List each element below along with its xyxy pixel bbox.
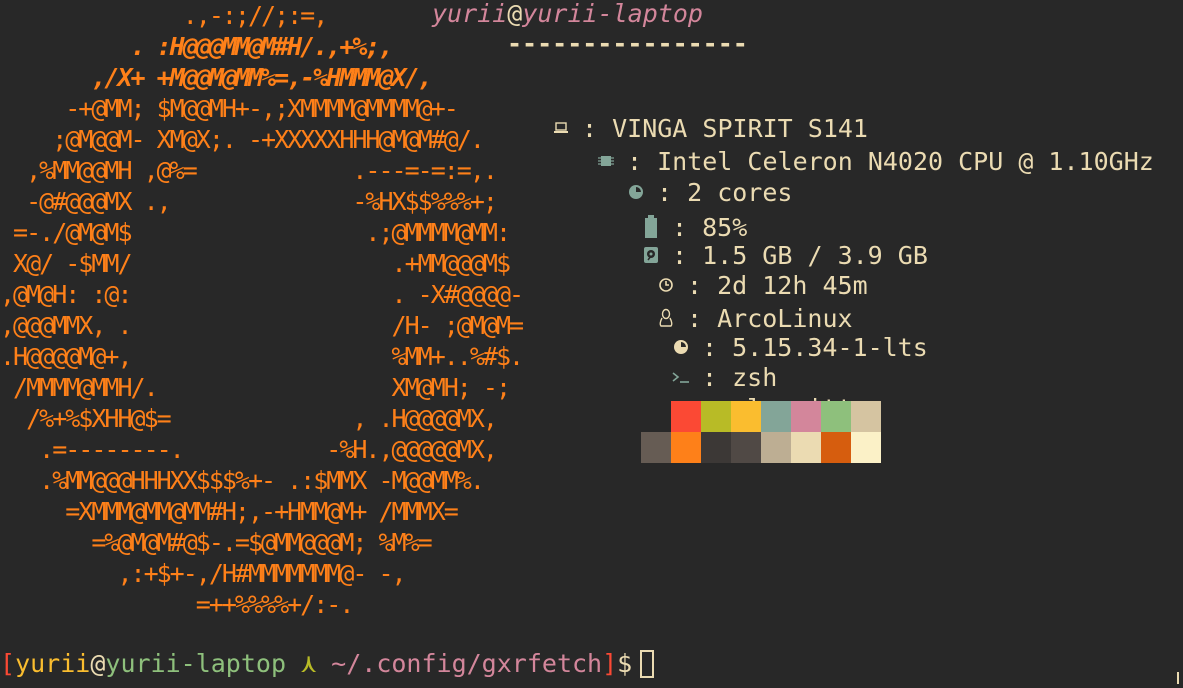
palette-swatch (851, 432, 881, 463)
palette-swatch (641, 401, 671, 432)
fetch-at-sign: @ (507, 0, 523, 28)
ascii-line: /MMMM@MMH/. XM@MH; -; (0, 373, 511, 402)
palette-swatch (761, 432, 791, 463)
terminal-window[interactable]: .,-:;//;:=, . :H@@@MM@M#H/.,+%;, ,/X+ +M… (0, 0, 1183, 688)
laptop-icon (550, 60, 572, 196)
palette-swatch (701, 432, 731, 463)
ascii-line: X@/ -$MM/ .+MM@@@M$ (0, 249, 511, 278)
shell-prompt[interactable]: [yurii @ yurii-laptop ⋏ ~/.config/gxrfetch… (0, 648, 655, 679)
mouse-cursor-icon (1177, 672, 1183, 684)
prompt-close-bracket: ] (602, 649, 618, 678)
prompt-hostname: yurii-laptop (105, 649, 287, 678)
ascii-line: ,/X+ +M@@M@MM%=,-%HMMM@X/, (0, 63, 432, 92)
ascii-line: -@#@@@MX ., -%HX$$%%%+; (0, 187, 498, 216)
palette-swatch (671, 432, 701, 463)
ascii-line: -+@MM; $M@@MH+-,;XMMMM@MMMM@+- (0, 94, 459, 123)
cpu-chip-icon (595, 91, 617, 231)
ascii-line: =++%%%%+/:-. (0, 590, 355, 619)
prompt-cwd: ~/.config/gxrfetch (331, 649, 603, 678)
palette-swatch (671, 401, 701, 432)
palette-swatch (701, 401, 731, 432)
palette-swatch (821, 401, 851, 432)
prompt-dollar: $ (617, 649, 633, 678)
ascii-line: ;@M@@M- XM@X;. -+XXXXXHHH@M@M#@/. (0, 125, 485, 154)
title-separator: ---------------- (507, 29, 748, 58)
ascii-line: ,%MM@@MH ,@%= .---=-=:=,. (0, 156, 498, 185)
palette-row-normal (641, 401, 881, 432)
prompt-at-sign: @ (90, 649, 106, 678)
prompt-git-icon: ⋏ (286, 649, 332, 678)
palette-swatch (851, 401, 881, 432)
color-palette (641, 401, 881, 463)
ascii-line: .=--------. -%H.,@@@@@MX, (0, 435, 498, 464)
ascii-line: ,@@@MMX, . /H- ;@M@M= (0, 311, 524, 340)
palette-swatch (731, 432, 761, 463)
ascii-line: ,:+$+-,/H#MMMMMMM@- -, (0, 559, 406, 588)
ascii-line: =%@M@M#@$-.=$@MM@@@M; %M%= (0, 528, 432, 557)
palette-swatch (791, 432, 821, 463)
fetch-title: yurii@yurii-laptop (432, 0, 703, 28)
ascii-line: .%MM@@@HHHXX$$$%+- .:$MMX -M@@MM%. (0, 466, 485, 495)
palette-row-bright (641, 432, 881, 463)
ascii-line: =XMMM@MM@MM#H;,-+HMM@M+ /MMMX= (0, 497, 459, 526)
ascii-line: .,-:;//;:=, (0, 1, 329, 30)
palette-swatch (821, 432, 851, 463)
prompt-open-bracket: [ (0, 649, 16, 678)
prompt-username: yurii (15, 649, 91, 678)
ascii-line: .H@@@@M@+, %MM+..%#$. (0, 342, 524, 371)
fetch-hostname: yurii-laptop (522, 0, 703, 28)
palette-swatch (731, 401, 761, 432)
text-cursor[interactable] (640, 649, 655, 678)
palette-swatch (641, 432, 671, 463)
ascii-line: . :H@@@MM@M#H/.,+%;, (0, 32, 394, 61)
palette-swatch (761, 401, 791, 432)
ascii-line: ,@M@H: :@: . -X#@@@@- (0, 280, 524, 309)
ascii-line: /%+%$XHH@$= , .H@@@@MX, (0, 404, 498, 433)
ascii-line: =-./@M@M$ .;@MMMM@MM: (0, 218, 511, 247)
palette-swatch (791, 401, 821, 432)
ascii-logo: .,-:;//;:=, . :H@@@MM@M#H/.,+%;, ,/X+ +M… (0, 0, 524, 620)
fetch-username: yurii (432, 0, 508, 28)
